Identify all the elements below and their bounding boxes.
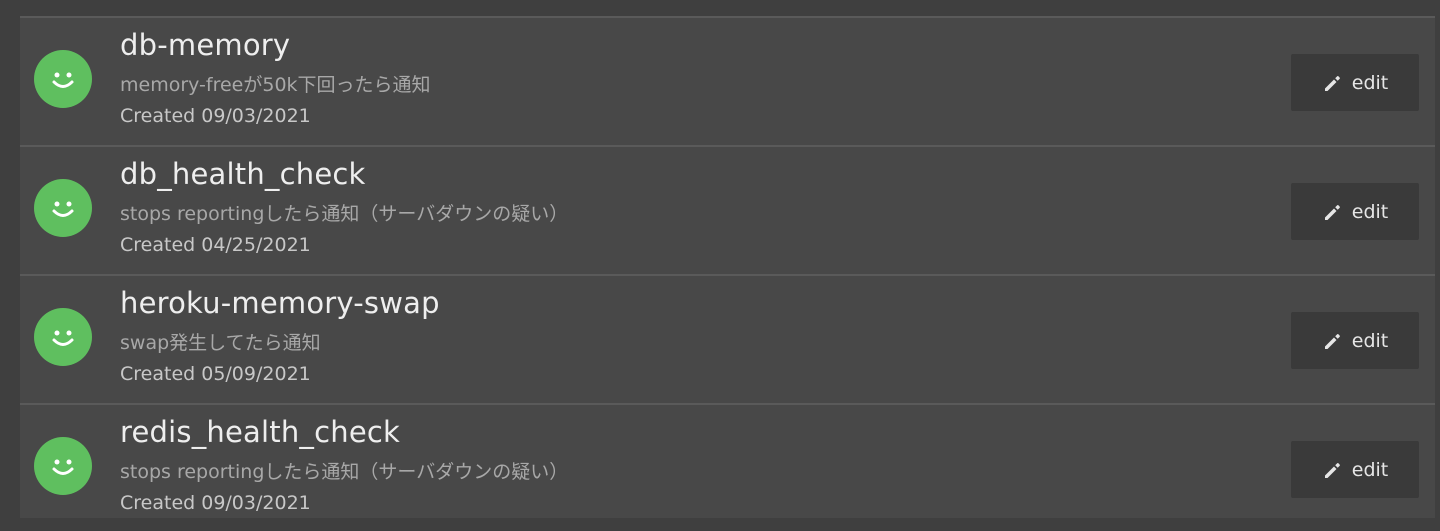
edit-button[interactable]: edit [1291, 441, 1419, 498]
top-strip [0, 0, 1440, 16]
smiley-icon [34, 179, 92, 237]
alert-description: swap発生してたら通知 [120, 332, 321, 354]
alert-row: redis_health_check stops reportingしたら通知（… [20, 403, 1435, 531]
alert-row: db-memory memory-freeが50k下回ったら通知 Created… [20, 16, 1435, 144]
pencil-icon [1324, 204, 1340, 220]
alert-name: db-memory [120, 28, 291, 62]
alert-description: memory-freeが50k下回ったら通知 [120, 74, 431, 96]
alert-description: stops reportingしたら通知（サーバダウンの疑い） [120, 461, 569, 483]
alert-created-date: Created 05/09/2021 [120, 363, 311, 385]
edit-button-label: edit [1351, 458, 1389, 481]
edit-button-label: edit [1351, 71, 1389, 94]
alert-name: redis_health_check [120, 415, 401, 449]
pencil-icon [1324, 75, 1340, 91]
alert-description: stops reportingしたら通知（サーバダウンの疑い） [120, 203, 569, 225]
alert-name: db_health_check [120, 157, 366, 191]
alert-row: heroku-memory-swap swap発生してたら通知 Created … [20, 274, 1435, 402]
alert-list: db-memory memory-freeが50k下回ったら通知 Created… [20, 16, 1435, 518]
pencil-icon [1324, 333, 1340, 349]
smiley-icon [34, 437, 92, 495]
alert-created-date: Created 09/03/2021 [120, 105, 311, 127]
smiley-icon [34, 50, 92, 108]
smiley-icon [34, 308, 92, 366]
edit-button-label: edit [1351, 329, 1389, 352]
alert-row: db_health_check stops reportingしたら通知（サーバ… [20, 145, 1435, 273]
edit-button[interactable]: edit [1291, 183, 1419, 240]
alert-created-date: Created 09/03/2021 [120, 492, 311, 514]
alert-name: heroku-memory-swap [120, 286, 440, 320]
alert-created-date: Created 04/25/2021 [120, 234, 311, 256]
edit-button[interactable]: edit [1291, 54, 1419, 111]
pencil-icon [1324, 462, 1340, 478]
edit-button[interactable]: edit [1291, 312, 1419, 369]
edit-button-label: edit [1351, 200, 1389, 223]
